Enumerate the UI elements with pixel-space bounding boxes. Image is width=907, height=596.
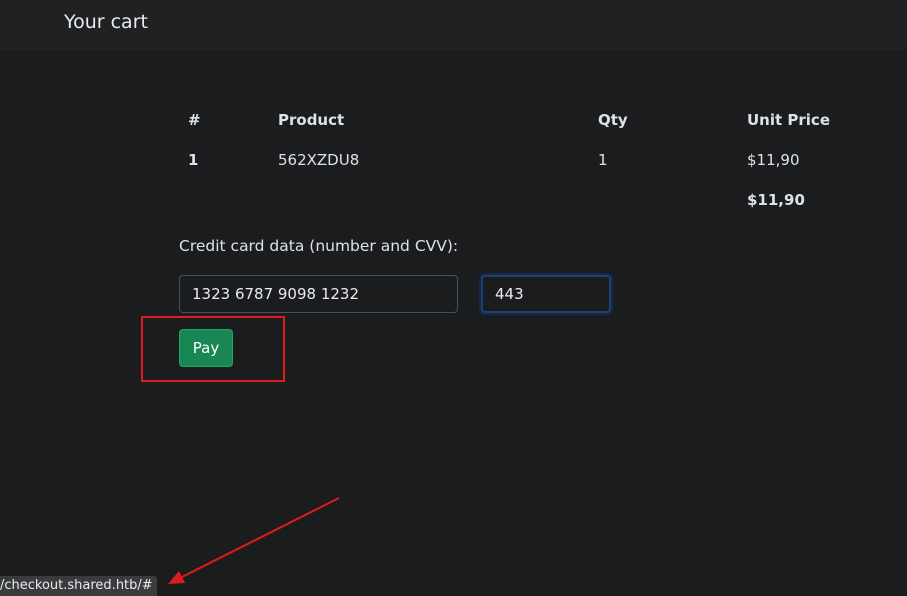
red-arrow-annotation (168, 497, 340, 584)
page: Your cart # Product Qty Unit Price 1 562… (0, 0, 907, 596)
arrow-shaft (179, 497, 340, 579)
status-bar-url: /checkout.shared.htb/# (0, 576, 157, 596)
